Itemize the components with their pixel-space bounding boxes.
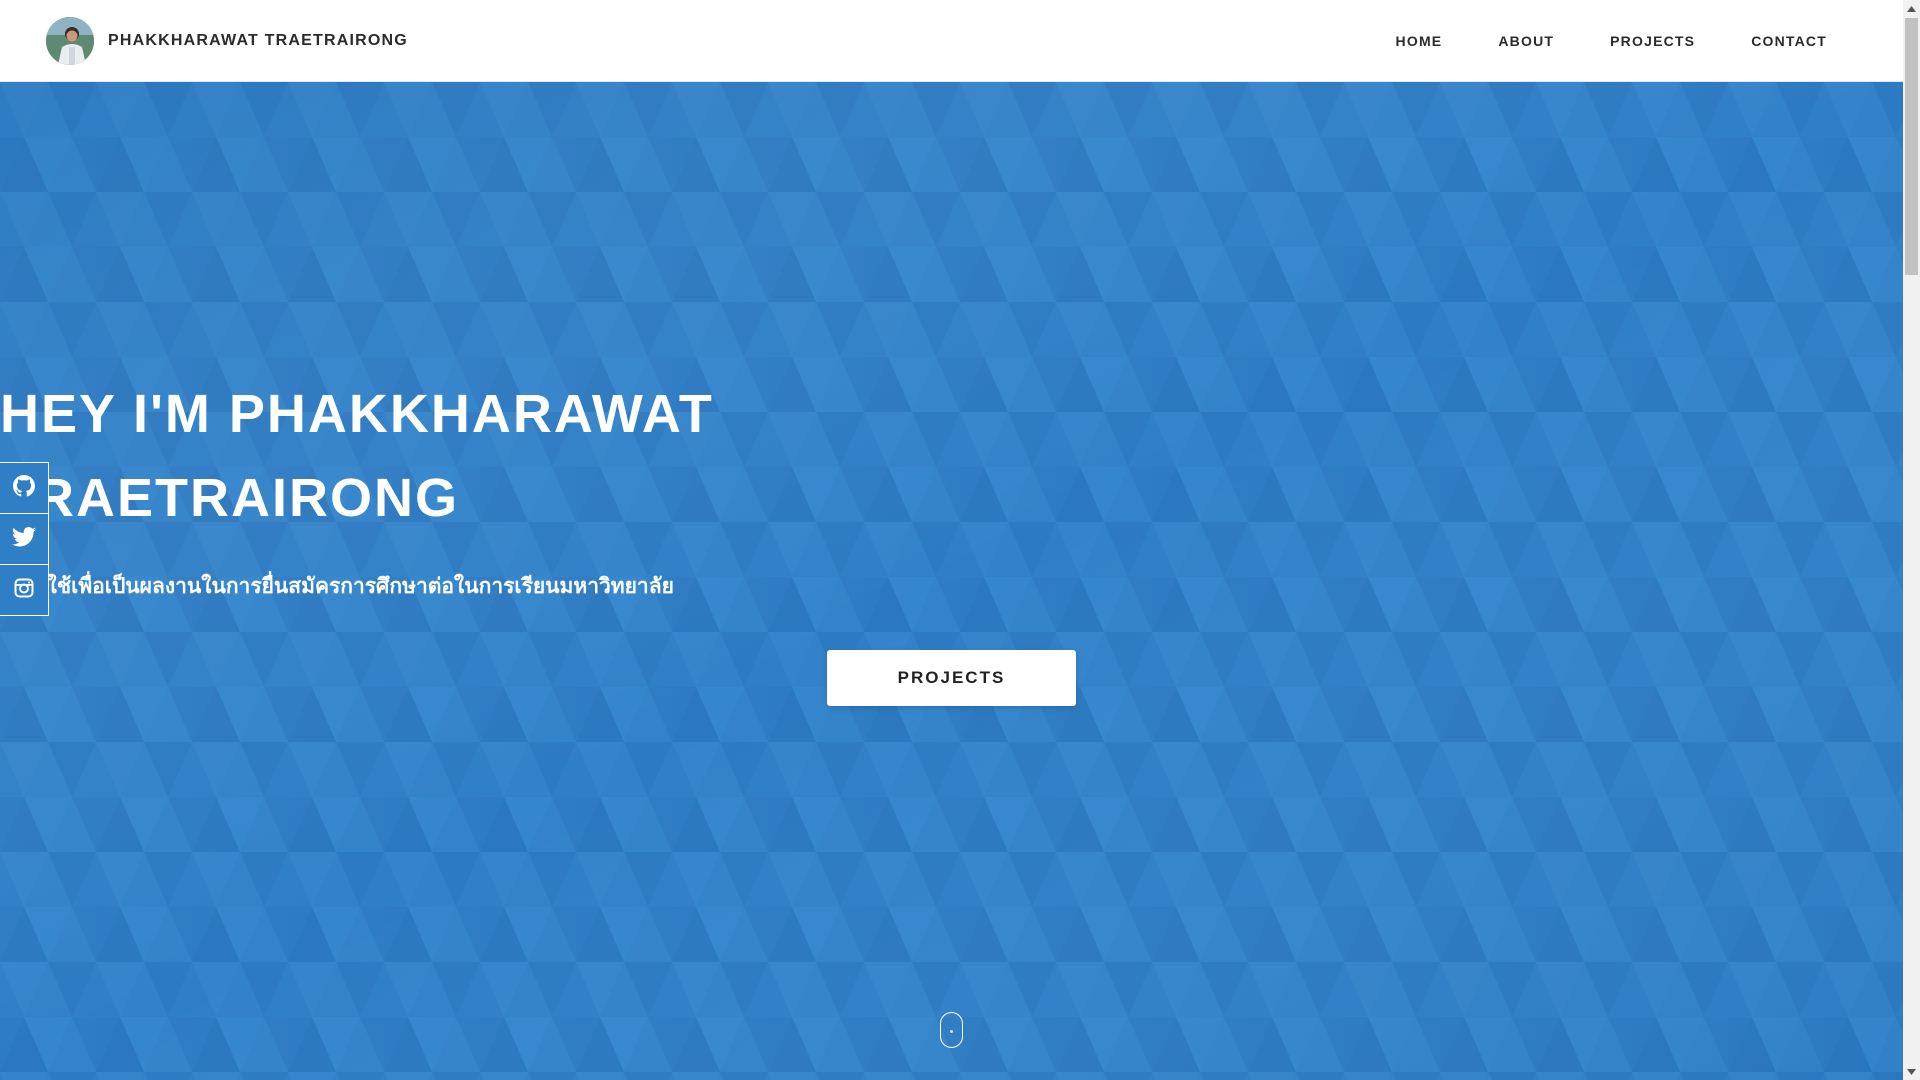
github-link[interactable] <box>0 462 49 514</box>
main-nav: HOME ABOUT PROJECTS CONTACT <box>1396 0 1827 82</box>
avatar <box>46 16 94 65</box>
vertical-scrollbar[interactable] <box>1903 0 1920 1080</box>
nav-about[interactable]: ABOUT <box>1498 33 1554 49</box>
instagram-icon <box>14 578 34 603</box>
scroll-up-arrow-icon[interactable] <box>1903 0 1920 17</box>
projects-cta-button[interactable]: PROJECTS <box>827 650 1076 706</box>
scroll-down-mouse-icon[interactable] <box>940 1012 963 1048</box>
nav-projects[interactable]: PROJECTS <box>1610 33 1695 49</box>
brand-name: PHAKKHARAWAT TRAETRAIRONG <box>108 31 408 49</box>
hero-title-line1: HEY I'M PHAKKHARAWAT <box>0 384 714 444</box>
twitter-icon <box>12 526 36 552</box>
instagram-link[interactable] <box>0 564 49 616</box>
hero-title-line2: TRAETRAIRONG <box>0 468 459 528</box>
scrollbar-thumb[interactable] <box>1905 18 1918 275</box>
brand-link[interactable]: PHAKKHARAWAT TRAETRAIRONG <box>46 16 408 65</box>
nav-contact[interactable]: CONTACT <box>1751 33 1827 49</box>
nav-home[interactable]: HOME <box>1396 33 1443 49</box>
hero-subtitle: เว็บนี้ใช้เพื่อเป็นผลงานในการยื่นสมัครกา… <box>0 575 674 598</box>
scroll-down-arrow-icon[interactable] <box>1903 1063 1920 1080</box>
social-sidebar <box>0 462 49 616</box>
hero-title: HEY I'M PHAKKHARAWAT TRAETRAIRONG <box>0 372 1903 540</box>
hero-section: HEY I'M PHAKKHARAWAT TRAETRAIRONG เว็บนี… <box>0 82 1903 1080</box>
twitter-link[interactable] <box>0 513 49 565</box>
mouse-wheel-dot <box>950 1030 953 1033</box>
top-navbar: PHAKKHARAWAT TRAETRAIRONG HOME ABOUT PRO… <box>0 0 1903 82</box>
github-icon <box>13 474 35 502</box>
